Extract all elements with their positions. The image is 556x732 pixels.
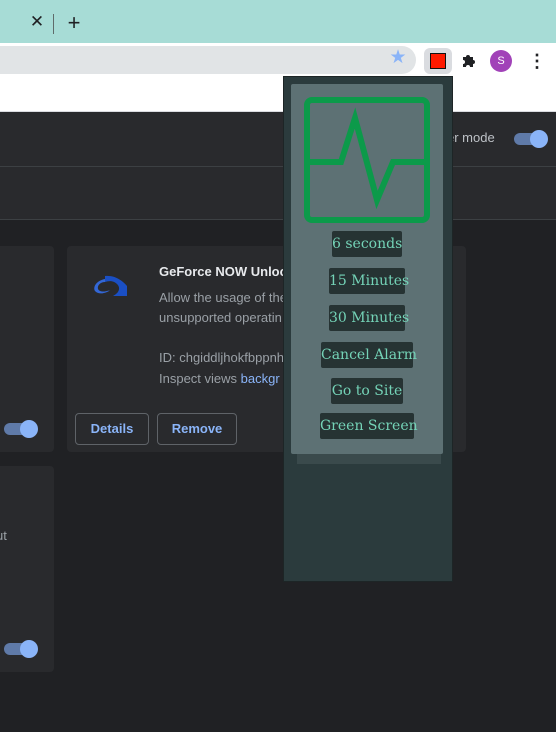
extensions-header: er mode xyxy=(0,112,556,167)
fifteen-minutes-button[interactable]: 15 Minutes xyxy=(329,268,409,294)
red-square-extension-icon xyxy=(430,53,446,69)
extension-popup: 6 seconds 15 Minutes 30 Minutes Cancel A… xyxy=(283,76,453,582)
tab-strip: ✕ + xyxy=(0,0,556,43)
description-line-1: Allow the usage of the xyxy=(159,290,287,305)
close-tab-icon[interactable]: ✕ xyxy=(28,13,46,31)
toggle-knob xyxy=(20,640,38,658)
extension-enable-toggle[interactable] xyxy=(4,420,38,438)
browser-toolbar: ★ S ⋮ xyxy=(0,43,556,77)
developer-mode-toggle[interactable] xyxy=(514,130,548,148)
bookmarks-bar xyxy=(0,77,556,112)
extensions-puzzle-icon[interactable] xyxy=(460,52,478,70)
active-extension-button[interactable] xyxy=(424,48,452,74)
six-seconds-button[interactable]: 6 seconds xyxy=(332,231,402,257)
description-line-2: unsupported operatin xyxy=(159,310,282,325)
thirty-minutes-button[interactable]: 30 Minutes xyxy=(329,305,409,331)
extension-card-partial-top: . xyxy=(0,246,54,452)
popup-panel-shadow xyxy=(297,454,441,464)
cancel-alarm-button[interactable]: Cancel Alarm xyxy=(321,342,417,368)
heartbeat-monitor-icon xyxy=(304,97,430,223)
remove-button[interactable]: Remove xyxy=(157,413,237,445)
extension-title: GeForce NOW Unlock xyxy=(159,264,295,279)
browser-menu-icon[interactable]: ⋮ xyxy=(528,51,546,71)
address-bar[interactable] xyxy=(0,46,416,74)
green-screen-button[interactable]: Green Screen xyxy=(320,413,418,439)
popup-panel: 6 seconds 15 Minutes 30 Minutes Cancel A… xyxy=(291,84,443,454)
bookmark-star-icon[interactable]: ★ xyxy=(388,48,408,68)
inspect-views-label: Inspect views xyxy=(159,371,241,386)
extension-description: Allow the usage of the unsupported opera… xyxy=(159,288,291,328)
card-fragment-text: ut xyxy=(0,528,7,543)
toggle-knob xyxy=(530,130,548,148)
new-tab-icon[interactable]: + xyxy=(64,12,84,34)
developer-mode-label: er mode xyxy=(447,130,495,145)
extension-enable-toggle[interactable] xyxy=(4,640,38,658)
go-to-site-button[interactable]: Go to Site xyxy=(331,378,403,404)
extension-id: ID: chgiddljhokfbppnh xyxy=(159,350,285,365)
nvidia-logo-icon xyxy=(91,272,131,300)
extensions-subheader xyxy=(0,167,556,220)
extension-card-partial-bottom: ut xyxy=(0,466,54,672)
inspect-background-link[interactable]: backgr xyxy=(241,371,280,386)
inspect-views: Inspect views backgr xyxy=(159,371,289,386)
tab-separator xyxy=(53,14,54,34)
details-button[interactable]: Details xyxy=(75,413,149,445)
toggle-knob xyxy=(20,420,38,438)
profile-avatar[interactable]: S xyxy=(490,50,512,72)
